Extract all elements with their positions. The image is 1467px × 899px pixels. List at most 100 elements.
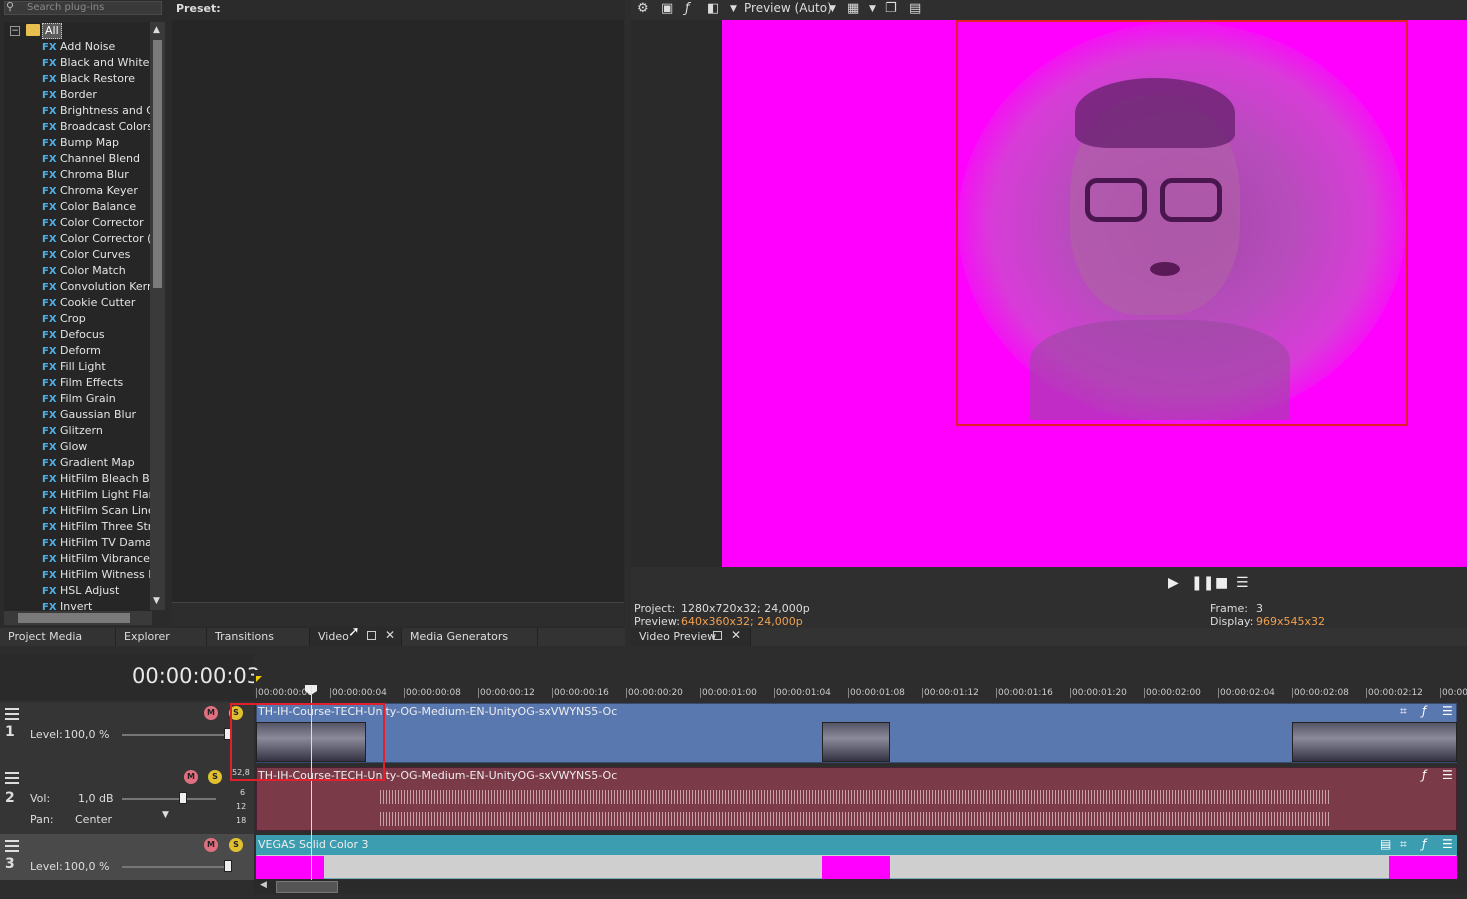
plugin-item[interactable]: FX Color Balance	[42, 199, 152, 215]
plugin-item[interactable]: FXHitFilm TV Damage	[42, 535, 152, 551]
mute-icon[interactable]: M	[204, 706, 218, 720]
plugin-item[interactable]: FXHitFilm Bleach Byp	[42, 471, 152, 487]
search-input[interactable]: Search plug-ins	[4, 1, 162, 15]
scroll-up-icon[interactable]: ▲	[153, 25, 160, 35]
copy-snapshot-icon[interactable]: ❐	[885, 1, 897, 16]
menu-icon[interactable]: ☰	[1442, 837, 1453, 851]
plugin-item[interactable]: FXHitFilm Light Flares	[42, 487, 152, 503]
maximize-icon[interactable]	[367, 631, 376, 640]
menu-icon[interactable]: ☰	[1442, 768, 1453, 782]
plugin-item[interactable]: FX Black and White	[42, 55, 152, 71]
track3-header[interactable]: 3 M S Level: 100,0 %	[0, 834, 254, 880]
plugin-item[interactable]: FX Color Curves	[42, 247, 152, 263]
plugin-hscroll-thumb[interactable]	[18, 613, 130, 623]
solo-icon[interactable]: S	[229, 838, 243, 852]
plugin-item[interactable]: FX Color Corrector	[42, 215, 152, 231]
plugin-item-label: Deform	[60, 344, 101, 357]
menu-icon[interactable]: ☰	[1442, 704, 1453, 718]
plugin-item[interactable]: FX Convolution Kerne	[42, 279, 152, 295]
loop-marker-icon[interactable]	[256, 676, 262, 682]
plugin-item[interactable]: FX Bump Map	[42, 135, 152, 151]
close-icon[interactable]: ✕	[731, 628, 741, 642]
crop-icon[interactable]: ⌗	[1400, 837, 1407, 852]
chevron-down-icon[interactable]: ▼	[829, 4, 836, 14]
fx-icon[interactable]: ƒ	[685, 1, 690, 16]
plugin-item-label: Crop	[60, 312, 86, 325]
tab-media-generators[interactable]: Media Generators	[402, 628, 538, 646]
tab-transitions[interactable]: Transitions	[207, 628, 310, 646]
plugin-item[interactable]: FX Deform	[42, 343, 152, 359]
tab-explorer[interactable]: Explorer	[116, 628, 207, 646]
fx-icon[interactable]: ƒ	[1422, 768, 1426, 782]
level-slider[interactable]	[122, 866, 228, 868]
track2-header[interactable]: 2 M S Vol: 1,0 dB Pan: Center ▼ 52,8 6 1…	[0, 766, 254, 834]
plugin-item[interactable]: FX Chroma Blur	[42, 167, 152, 183]
plugin-item[interactable]: FX Gradient Map	[42, 455, 152, 471]
mute-icon[interactable]: M	[204, 838, 218, 852]
plugin-item[interactable]: FX Color Match	[42, 263, 152, 279]
plugin-item[interactable]: FX Channel Blend	[42, 151, 152, 167]
crop-icon[interactable]: ⌗	[1400, 704, 1407, 719]
plugin-item[interactable]: FX Fill Light	[42, 359, 152, 375]
plugin-item-label: Convolution Kerne	[60, 280, 152, 293]
plugin-item[interactable]: FX Border	[42, 87, 152, 103]
pan-knob-icon[interactable]: ▼	[162, 810, 169, 820]
split-screen-icon[interactable]: ◧	[707, 1, 719, 16]
scroll-left-icon[interactable]: ◀	[260, 880, 267, 890]
plugin-item[interactable]: FX Gaussian Blur	[42, 407, 152, 423]
plugin-item[interactable]: FX Black Restore	[42, 71, 152, 87]
plugin-item[interactable]: FX Crop	[42, 311, 152, 327]
track-menu-icon[interactable]	[5, 840, 19, 852]
plugin-item[interactable]: FX Chroma Keyer	[42, 183, 152, 199]
timeline-hscrollbar[interactable]	[254, 880, 1467, 894]
mute-icon[interactable]: M	[184, 770, 198, 784]
timecode-display[interactable]: 00:00:00:03	[132, 664, 260, 688]
plugin-item[interactable]: FX HSL Adjust	[42, 583, 152, 599]
track-menu-icon[interactable]	[5, 772, 19, 784]
maximize-icon[interactable]	[713, 631, 722, 640]
tab-project-media[interactable]: Project Media	[0, 628, 116, 646]
track1-header[interactable]: 1 M S Level: 100,0 %	[0, 702, 254, 766]
grid-icon[interactable]: ▦	[847, 1, 859, 16]
plugin-item[interactable]: FXHitFilm Three Strip	[42, 519, 152, 535]
level-slider-knob[interactable]	[224, 860, 232, 872]
volume-slider[interactable]	[122, 798, 216, 800]
settings-icon[interactable]: ⚙	[637, 1, 649, 16]
level-slider[interactable]	[122, 734, 228, 736]
timeline-hscroll-thumb[interactable]	[276, 881, 338, 893]
track-menu-icon[interactable]	[5, 708, 19, 720]
external-monitor-icon[interactable]: ▣	[661, 1, 673, 16]
plugin-item[interactable]: FX HitFilm Scan Lines	[42, 503, 152, 519]
plugin-item[interactable]: FX HitFilm Witness Pr	[42, 567, 152, 583]
plugin-item[interactable]: FX Glitzern	[42, 423, 152, 439]
plugin-item[interactable]: FX Film Effects	[42, 375, 152, 391]
plugin-item[interactable]: FX Defocus	[42, 327, 152, 343]
scroll-down-icon[interactable]: ▼	[153, 596, 160, 606]
plugin-item[interactable]: FX Add Noise	[42, 39, 152, 55]
plugin-item[interactable]: FX Film Grain	[42, 391, 152, 407]
collapse-icon[interactable]: −	[10, 26, 20, 36]
volume-slider-knob[interactable]	[179, 792, 187, 804]
plugin-item[interactable]: FX HitFilm Vibrance	[42, 551, 152, 567]
chevron-down-icon[interactable]: ▼	[730, 4, 737, 14]
fx-icon[interactable]: ƒ	[1422, 837, 1426, 851]
pause-icon[interactable]: ❚❚	[1191, 575, 1214, 591]
solo-icon[interactable]: S	[208, 770, 222, 784]
generator-icon[interactable]: ▤	[1380, 837, 1391, 851]
plugin-item[interactable]: FX Brightness and Co	[42, 103, 152, 119]
plugin-item[interactable]: FX Color Corrector (S	[42, 231, 152, 247]
plugin-item[interactable]: FX Broadcast Colors	[42, 119, 152, 135]
fx-icon[interactable]: ƒ	[1422, 704, 1426, 718]
menu-icon[interactable]: ☰	[1236, 575, 1249, 591]
stop-icon[interactable]: ■	[1215, 575, 1228, 591]
play-icon[interactable]: ▶	[1168, 575, 1179, 591]
plugin-item[interactable]: FX Glow	[42, 439, 152, 455]
tree-root-all[interactable]: All	[42, 23, 62, 39]
chevron-down-icon[interactable]: ▼	[869, 4, 876, 14]
preview-quality-select[interactable]: Preview (Auto)	[744, 1, 832, 15]
preset-list[interactable]	[172, 20, 624, 602]
plugin-vscroll-thumb[interactable]	[153, 40, 162, 288]
save-snapshot-icon[interactable]: ▤	[909, 1, 921, 16]
close-icon[interactable]: ✕	[385, 628, 395, 642]
plugin-item[interactable]: FX Cookie Cutter	[42, 295, 152, 311]
